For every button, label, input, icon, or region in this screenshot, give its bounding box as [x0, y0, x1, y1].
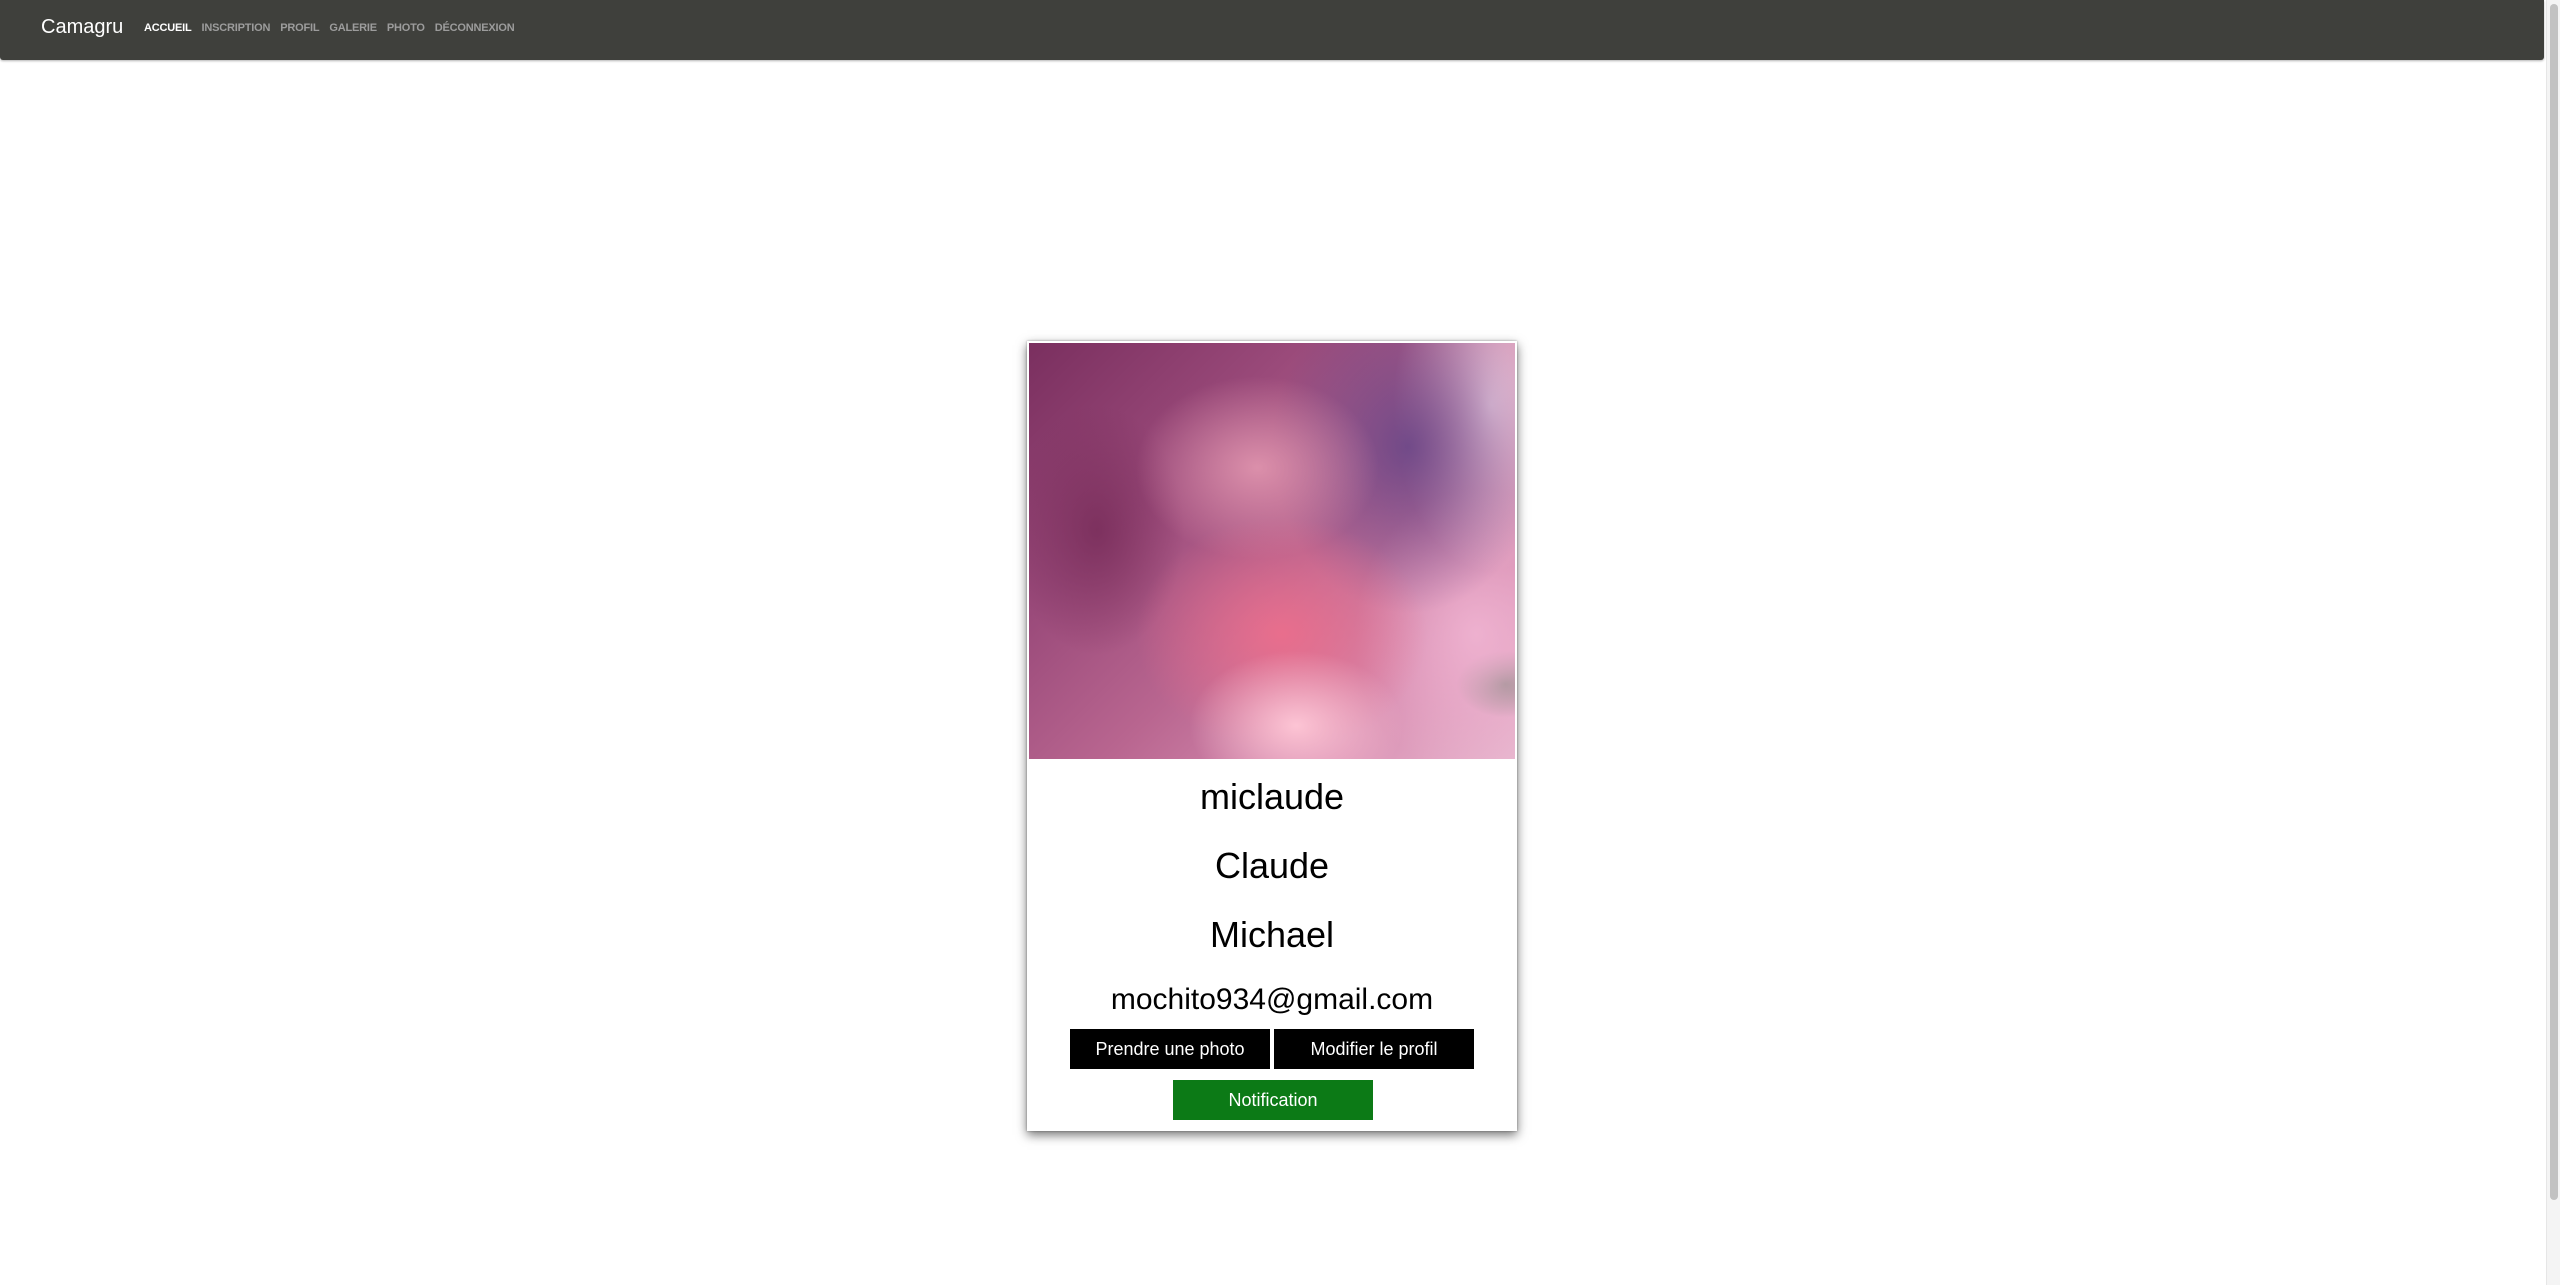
nav-item-profil[interactable]: PROFIL [280, 21, 319, 35]
nav-item-accueil[interactable]: ACCUEIL [144, 21, 192, 35]
profile-username: miclaude [1199, 776, 1345, 817]
page-scrollbar[interactable] [2546, 0, 2560, 1285]
nav-item-deconnexion[interactable]: DÉCONNEXION [435, 21, 515, 35]
nav-item-inscription[interactable]: INSCRIPTION [202, 21, 271, 35]
profile-first-name: Claude [1214, 845, 1330, 886]
brand-link[interactable]: Camagru [41, 15, 123, 39]
edit-profile-button[interactable]: Modifier le profil [1274, 1029, 1474, 1069]
nav-menu: ACCUEIL INSCRIPTION PROFIL GALERIE PHOTO… [144, 21, 515, 35]
scrollbar-thumb[interactable] [2550, 4, 2558, 1200]
profile-last-name: Michael [1209, 914, 1335, 955]
top-navbar: Camagru ACCUEIL INSCRIPTION PROFIL GALER… [0, 0, 2544, 60]
profile-photo [1029, 343, 1515, 759]
profile-card: miclaude Claude Michael mochito934@gmail… [1027, 341, 1517, 1131]
notification-button[interactable]: Notification [1173, 1080, 1373, 1120]
nav-item-photo[interactable]: PHOTO [387, 21, 425, 35]
nav-item-galerie[interactable]: GALERIE [329, 21, 377, 35]
profile-email: mochito934@gmail.com [1110, 983, 1434, 1016]
take-photo-button[interactable]: Prendre une photo [1070, 1029, 1270, 1069]
